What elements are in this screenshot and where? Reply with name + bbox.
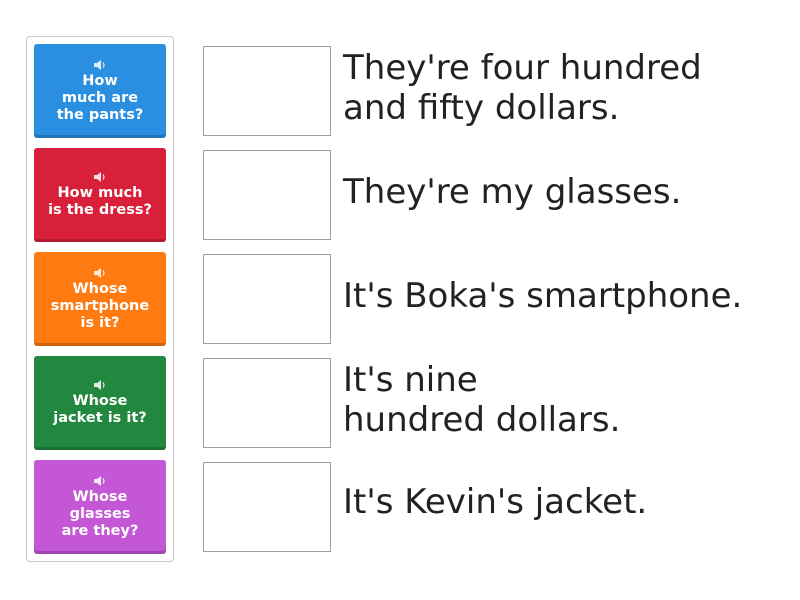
card-label: How much are the pants? bbox=[56, 72, 144, 123]
card-label: Whose glasses are they? bbox=[61, 488, 139, 539]
card-whose-smartphone[interactable]: Whose smartphone is it? bbox=[34, 252, 166, 346]
drop-slot-2[interactable] bbox=[203, 150, 331, 240]
card-whose-glasses[interactable]: Whose glasses are they? bbox=[34, 460, 166, 554]
answer-text-5: It's Kevin's jacket. bbox=[343, 482, 648, 522]
card-how-much-dress[interactable]: How much is the dress? bbox=[34, 148, 166, 242]
speaker-icon[interactable] bbox=[93, 267, 107, 279]
speaker-icon[interactable] bbox=[93, 59, 107, 71]
card-label: Whose jacket is it? bbox=[53, 393, 147, 426]
drop-slot-3[interactable] bbox=[203, 254, 331, 344]
card-label: How much is the dress? bbox=[48, 185, 152, 218]
card-how-much-pants[interactable]: How much are the pants? bbox=[34, 44, 166, 138]
speaker-icon[interactable] bbox=[93, 379, 107, 391]
card-label: Whose smartphone is it? bbox=[50, 280, 150, 331]
drop-slot-4[interactable] bbox=[203, 358, 331, 448]
drop-slot-5[interactable] bbox=[203, 462, 331, 552]
card-whose-jacket[interactable]: Whose jacket is it? bbox=[34, 356, 166, 450]
answer-text-3: It's Boka's smartphone. bbox=[343, 276, 743, 316]
answer-text-1: They're four hundred and fifty dollars. bbox=[343, 48, 702, 128]
speaker-icon[interactable] bbox=[93, 475, 107, 487]
match-up-activity: How much are the pants? How much is the … bbox=[0, 0, 800, 600]
speaker-icon[interactable] bbox=[93, 171, 107, 183]
answer-text-2: They're my glasses. bbox=[343, 172, 682, 212]
drop-slot-1[interactable] bbox=[203, 46, 331, 136]
answer-text-4: It's nine hundred dollars. bbox=[343, 360, 621, 440]
